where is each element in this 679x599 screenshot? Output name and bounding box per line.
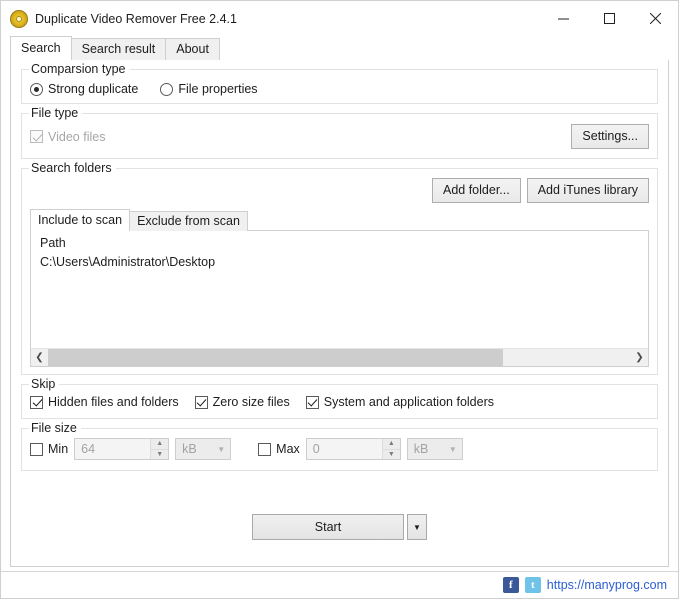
- search-tab-page: Comparsion type Strong duplicate File pr…: [10, 59, 669, 567]
- horizontal-scrollbar[interactable]: ❮ ❯: [31, 348, 648, 366]
- chevron-down-icon[interactable]: ▼: [407, 514, 427, 540]
- close-icon[interactable]: [632, 1, 678, 36]
- app-window: Duplicate Video Remover Free 2.4.1 Searc…: [0, 0, 679, 599]
- add-folder-button[interactable]: Add folder...: [432, 178, 521, 203]
- spinner-up-icon[interactable]: ▲: [151, 439, 169, 450]
- checkbox-hidden-files-label: Hidden files and folders: [48, 395, 179, 409]
- maximize-icon[interactable]: [586, 1, 632, 36]
- tab-search[interactable]: Search: [10, 36, 72, 60]
- checkbox-indicator: [258, 442, 272, 456]
- file-size-label: File size: [29, 421, 81, 436]
- window-controls: [540, 1, 678, 36]
- tab-search-result[interactable]: Search result: [70, 38, 167, 60]
- radio-strong-duplicate[interactable]: Strong duplicate: [30, 82, 138, 96]
- checkbox-indicator: [30, 130, 43, 143]
- minimize-icon[interactable]: [540, 1, 586, 36]
- chevron-right-icon[interactable]: ❯: [631, 349, 648, 366]
- checkbox-system-folders-label: System and application folders: [323, 395, 494, 409]
- chevron-left-icon[interactable]: ❮: [31, 349, 48, 366]
- title-bar: Duplicate Video Remover Free 2.4.1: [1, 1, 678, 36]
- checkbox-indicator: [30, 442, 43, 456]
- folder-scope-tabstrip: Include to scan Exclude from scan: [30, 209, 649, 231]
- checkbox-video-files-label: Video files: [48, 129, 106, 144]
- facebook-icon[interactable]: f: [502, 577, 519, 593]
- tab-about[interactable]: About: [165, 38, 220, 60]
- skip-group: Skip Hidden files and folders Zero size …: [21, 377, 658, 419]
- radio-indicator: [160, 82, 174, 96]
- start-action-area: Start ▼: [21, 480, 658, 566]
- min-size-unit-select[interactable]: kB ▼: [175, 438, 232, 460]
- app-disc-icon: [10, 9, 28, 28]
- max-size-stepper[interactable]: 0 ▲ ▼: [305, 438, 401, 460]
- window-title: Duplicate Video Remover Free 2.4.1: [35, 11, 237, 26]
- list-item[interactable]: C:\Users\Administrator\Desktop: [31, 253, 648, 269]
- settings-button[interactable]: Settings...: [571, 124, 649, 149]
- column-header-path: Path: [40, 236, 66, 250]
- min-size-spinner-arrows[interactable]: ▲ ▼: [150, 439, 169, 460]
- add-itunes-library-button[interactable]: Add iTunes library: [526, 178, 649, 203]
- checkbox-min-size[interactable]: Min: [30, 442, 68, 456]
- checkbox-hidden-files[interactable]: Hidden files and folders: [30, 395, 179, 409]
- min-size-value[interactable]: 64: [75, 439, 151, 459]
- checkbox-indicator: [30, 395, 43, 409]
- checkbox-system-folders[interactable]: System and application folders: [305, 395, 494, 409]
- comparison-type-label: Comparsion type: [29, 62, 130, 77]
- spinner-down-icon[interactable]: ▼: [151, 450, 168, 460]
- skip-label: Skip: [29, 377, 60, 392]
- max-size-unit-value: kB: [413, 442, 429, 456]
- spinner-down-icon[interactable]: ▼: [383, 450, 400, 460]
- radio-strong-duplicate-label: Strong duplicate: [48, 82, 139, 96]
- checkbox-zero-size-files-label: Zero size files: [212, 395, 290, 409]
- status-bar: f t https://manyprog.com: [1, 571, 678, 598]
- twitter-icon[interactable]: t: [524, 577, 541, 593]
- checkbox-video-files: Video files: [30, 130, 105, 144]
- search-folders-group: Search folders Add folder... Add iTunes …: [21, 161, 658, 375]
- website-link[interactable]: https://manyprog.com: [547, 578, 667, 592]
- radio-indicator: [30, 82, 43, 96]
- folder-list-panel: Path C:\Users\Administrator\Desktop ❮ ❯: [30, 230, 649, 367]
- min-size-stepper[interactable]: 64 ▲ ▼: [74, 438, 170, 460]
- max-size-value[interactable]: 0: [306, 439, 382, 459]
- max-size-spinner-arrows[interactable]: ▲ ▼: [381, 439, 400, 460]
- radio-file-properties[interactable]: File properties: [160, 82, 258, 96]
- search-folders-label: Search folders: [29, 161, 116, 176]
- checkbox-min-size-label: Min: [48, 442, 69, 456]
- checkbox-indicator: [305, 395, 319, 409]
- file-type-label: File type: [29, 106, 83, 121]
- max-size-unit-select[interactable]: kB ▼: [406, 438, 463, 460]
- checkbox-max-size-label: Max: [276, 442, 300, 456]
- checkbox-zero-size-files[interactable]: Zero size files: [194, 395, 290, 409]
- start-button[interactable]: Start: [252, 514, 404, 540]
- main-tabstrip: Search Search result About: [1, 36, 678, 60]
- chevron-down-icon: ▼: [217, 444, 226, 454]
- chevron-down-icon: ▼: [448, 444, 457, 454]
- folder-list-body[interactable]: C:\Users\Administrator\Desktop: [31, 253, 648, 348]
- tab-include-to-scan[interactable]: Include to scan: [30, 209, 131, 231]
- file-type-group: File type Video files Settings...: [21, 106, 658, 159]
- checkbox-max-size[interactable]: Max: [258, 442, 300, 456]
- scrollbar-thumb[interactable]: [48, 349, 503, 366]
- file-size-group: File size Min 64 ▲ ▼ kB ▼ Max 0 ▲ ▼ kB ▼: [21, 421, 658, 471]
- tab-exclude-from-scan[interactable]: Exclude from scan: [129, 211, 248, 231]
- radio-file-properties-label: File properties: [178, 82, 258, 96]
- checkbox-indicator: [194, 395, 208, 409]
- scrollbar-track[interactable]: [48, 349, 631, 366]
- comparison-type-group: Comparsion type Strong duplicate File pr…: [21, 62, 658, 104]
- spinner-up-icon[interactable]: ▲: [382, 439, 400, 450]
- min-size-unit-value: kB: [182, 442, 197, 456]
